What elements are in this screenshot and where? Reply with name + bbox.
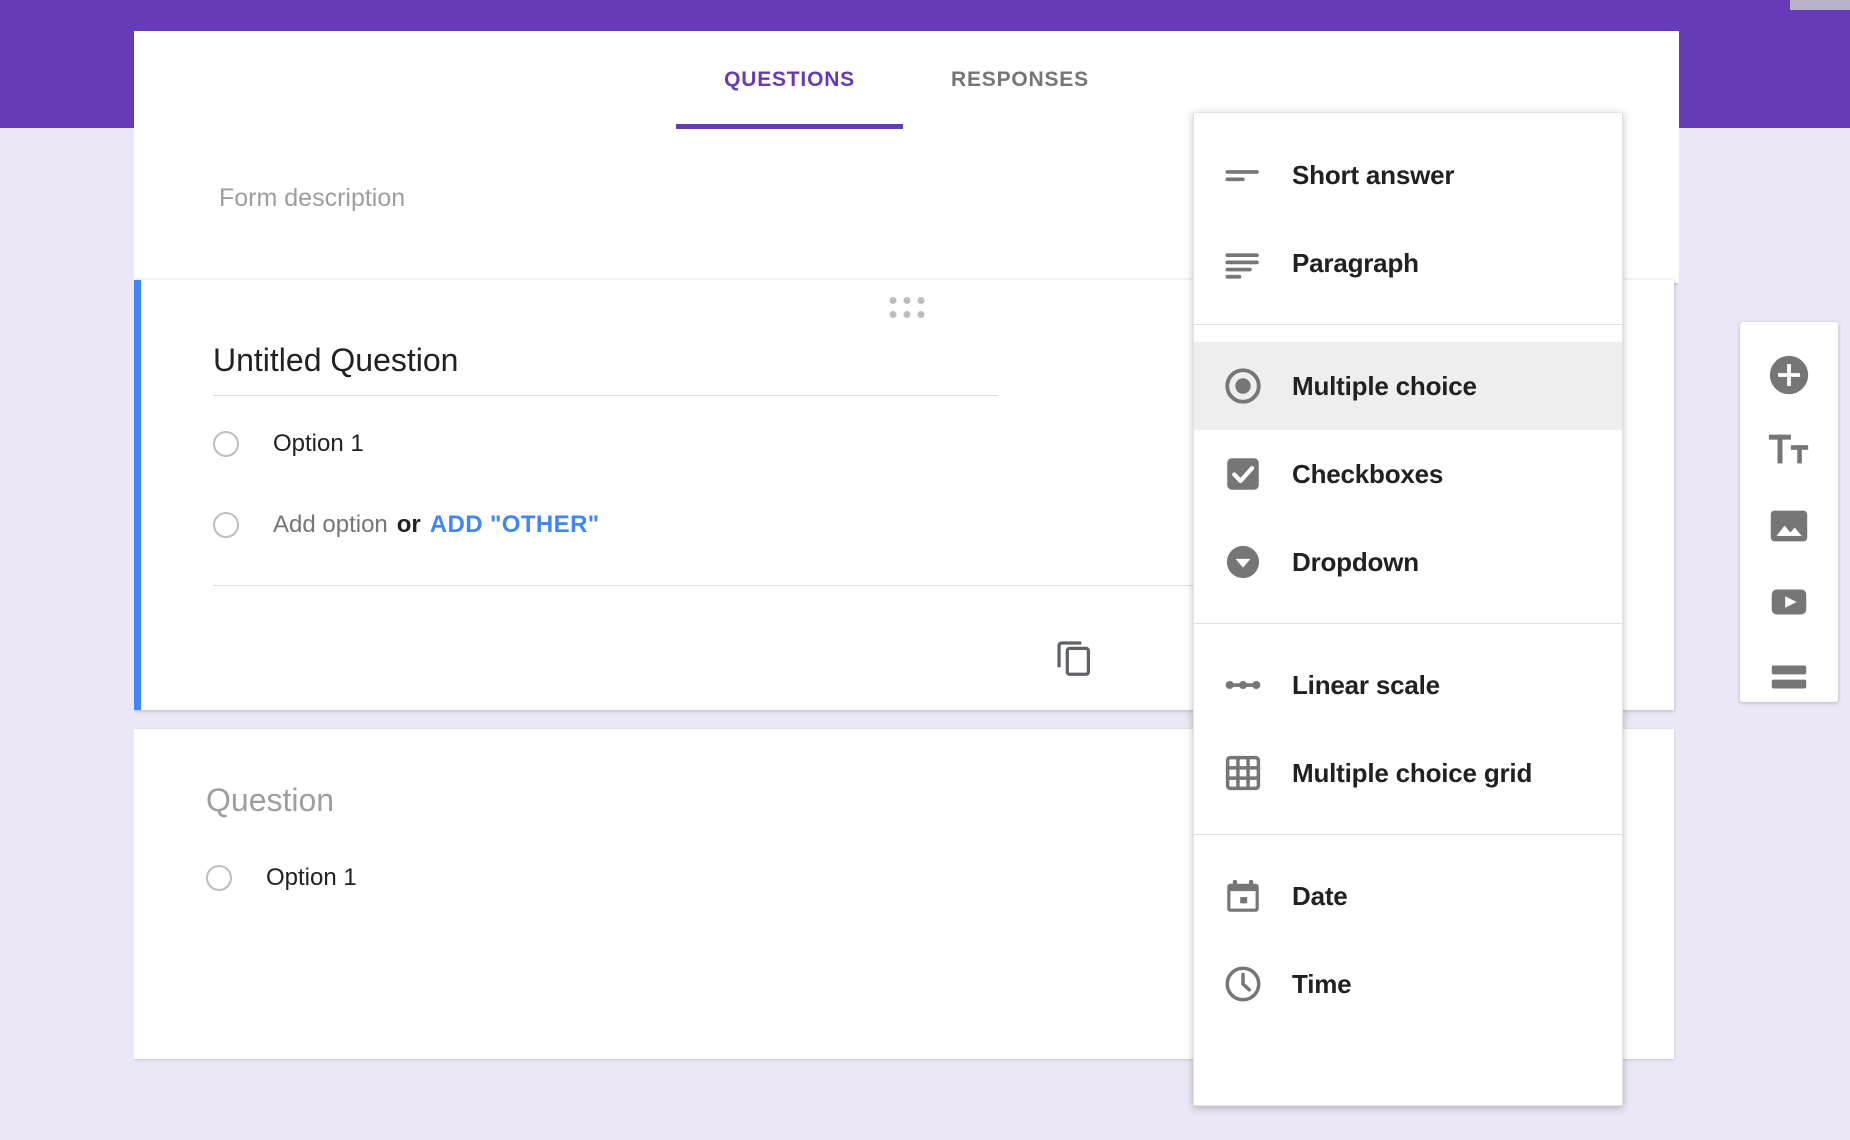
option-label: Option 1 [266, 864, 357, 892]
linear-scale-icon [1222, 664, 1278, 706]
insert-toolbar [1740, 322, 1838, 702]
tab-list: QUESTIONS RESPONSES [676, 31, 1137, 129]
dropdown-icon [1222, 541, 1278, 583]
question-2-title[interactable]: Question [206, 782, 334, 819]
option-row[interactable]: Option 1 [206, 864, 357, 892]
option-label: Option 1 [273, 430, 364, 458]
menu-item-date[interactable]: Date [1194, 852, 1622, 940]
section-icon [1766, 654, 1812, 700]
menu-item-label: Paragraph [1292, 248, 1419, 279]
grid-icon [1222, 752, 1278, 794]
add-image-button[interactable] [1761, 501, 1817, 551]
add-other-button[interactable]: ADD "OTHER" [430, 511, 600, 539]
or-label: or [397, 511, 421, 539]
menu-item-dropdown[interactable]: Dropdown [1194, 518, 1622, 606]
menu-item-label: Short answer [1292, 160, 1454, 191]
menu-item-label: Multiple choice grid [1292, 758, 1532, 789]
add-title-button[interactable] [1761, 426, 1817, 476]
menu-item-multiple-choice-grid[interactable]: Multiple choice grid [1194, 729, 1622, 817]
menu-item-short-answer[interactable]: Short answer [1194, 131, 1622, 219]
menu-item-label: Multiple choice [1292, 371, 1477, 402]
menu-divider [1194, 834, 1622, 835]
add-video-button[interactable] [1761, 577, 1817, 627]
menu-divider [1194, 623, 1622, 624]
drag-handle-icon[interactable] [889, 297, 926, 320]
tab-questions[interactable]: QUESTIONS [676, 31, 903, 129]
question-type-menu[interactable]: Short answer Paragraph Multipl [1193, 112, 1623, 1106]
add-option-row[interactable]: Add option or ADD "OTHER" [213, 511, 600, 539]
menu-item-label: Date [1292, 881, 1348, 912]
calendar-icon [1222, 875, 1278, 917]
menu-item-multiple-choice[interactable]: Multiple choice [1194, 342, 1622, 430]
app-root: Untitled form Form description Untitled … [0, 0, 1850, 1140]
radio-icon [213, 512, 239, 538]
menu-item-time[interactable]: Time [1194, 940, 1622, 1028]
image-icon [1766, 503, 1812, 549]
menu-item-label: Checkboxes [1292, 459, 1443, 490]
menu-item-label: Dropdown [1292, 547, 1419, 578]
question-title[interactable]: Untitled Question [213, 342, 458, 379]
menu-item-linear-scale[interactable]: Linear scale [1194, 641, 1622, 729]
checkbox-icon [1222, 453, 1278, 495]
question-title-underline [213, 395, 998, 396]
radio-button-icon [1222, 365, 1278, 407]
add-section-button[interactable] [1761, 652, 1817, 702]
menu-item-label: Time [1292, 969, 1351, 1000]
paragraph-icon [1222, 242, 1278, 284]
video-play-icon [1766, 579, 1812, 625]
short-answer-icon [1222, 154, 1278, 196]
menu-item-paragraph[interactable]: Paragraph [1194, 219, 1622, 307]
option-row[interactable]: Option 1 [213, 430, 364, 458]
title-text-icon [1766, 427, 1812, 473]
radio-icon [206, 865, 232, 891]
menu-item-checkboxes[interactable]: Checkboxes [1194, 430, 1622, 518]
radio-icon [213, 431, 239, 457]
tab-responses[interactable]: RESPONSES [903, 31, 1137, 129]
form-description[interactable]: Form description [219, 184, 405, 213]
menu-item-label: Linear scale [1292, 670, 1440, 701]
menu-divider [1194, 324, 1622, 325]
duplicate-icon[interactable] [1051, 635, 1097, 686]
plus-circle-icon [1766, 352, 1812, 398]
top-right-nub [1790, 0, 1850, 10]
clock-icon [1222, 963, 1278, 1005]
add-question-button[interactable] [1761, 350, 1817, 400]
add-option-label[interactable]: Add option [273, 511, 388, 539]
